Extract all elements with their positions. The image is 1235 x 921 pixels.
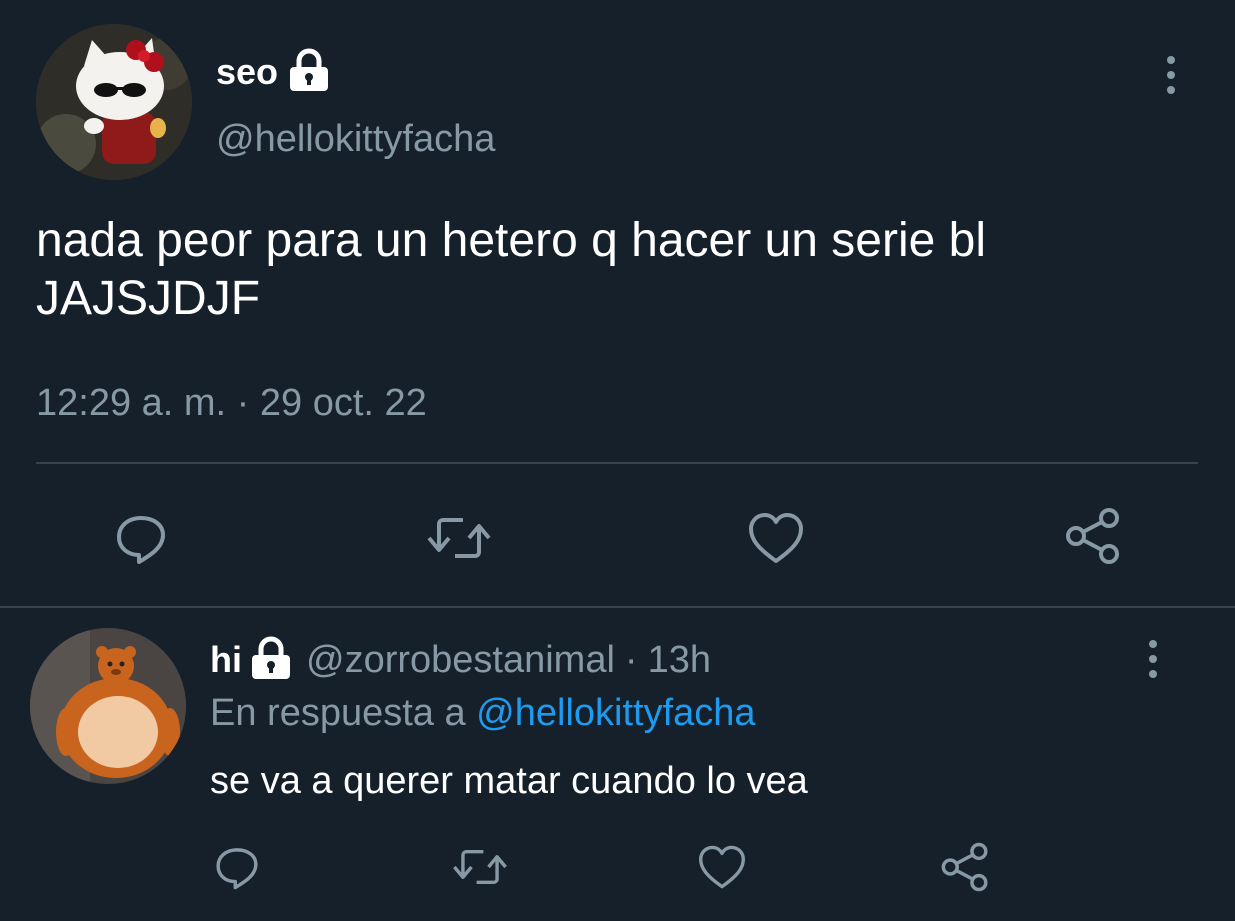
more-options-icon[interactable] (1166, 56, 1176, 94)
main-tweet-avatar[interactable] (36, 24, 192, 180)
reply-more-options-icon[interactable] (1148, 640, 1158, 678)
share-icon[interactable] (1062, 504, 1124, 568)
tweet-text: nada peor para un hetero q hacer un seri… (36, 212, 1196, 328)
section-divider (0, 606, 1235, 608)
reply-retweet-icon[interactable] (450, 842, 510, 892)
replying-to-prefix: En respuesta a (210, 692, 466, 734)
teddy-bear-icon (30, 628, 186, 784)
hello-kitty-icon (36, 24, 192, 180)
reply-display-name[interactable]: hi (210, 639, 242, 681)
lock-icon (288, 48, 330, 92)
reply-handle[interactable]: @zorrobestanimal (306, 639, 615, 682)
replying-to-handle[interactable]: @hellokittyfacha (476, 692, 755, 734)
tweet-timestamp[interactable]: 12:29 a. m. · 29 oct. 22 (36, 382, 427, 425)
reply-age[interactable]: 13h (648, 639, 711, 682)
reply-like-icon[interactable] (696, 842, 748, 892)
like-icon[interactable] (746, 508, 806, 568)
tweet-text-line-1: nada peor para un hetero q hacer un seri… (36, 214, 986, 267)
replying-to: En respuesta a @hellokittyfacha (210, 692, 756, 735)
tweet-text-line-2: JAJSJDJF (36, 272, 261, 325)
reply-header: hi @zorrobestanimal · 13h (210, 636, 711, 682)
display-name[interactable]: seo (216, 51, 278, 93)
main-tweet-name-row: seo (216, 48, 330, 94)
reply-share-icon[interactable] (938, 840, 992, 894)
reply-avatar[interactable] (30, 628, 186, 784)
reply-icon[interactable] (110, 508, 172, 568)
lock-icon (250, 636, 292, 680)
tweet-divider (36, 462, 1198, 464)
handle[interactable]: @hellokittyfacha (216, 118, 495, 161)
retweet-icon[interactable] (424, 508, 494, 568)
reply-reply-icon[interactable] (212, 842, 262, 892)
reply-separator: · (624, 638, 638, 681)
reply-text: se va a querer matar cuando lo vea (210, 760, 808, 802)
